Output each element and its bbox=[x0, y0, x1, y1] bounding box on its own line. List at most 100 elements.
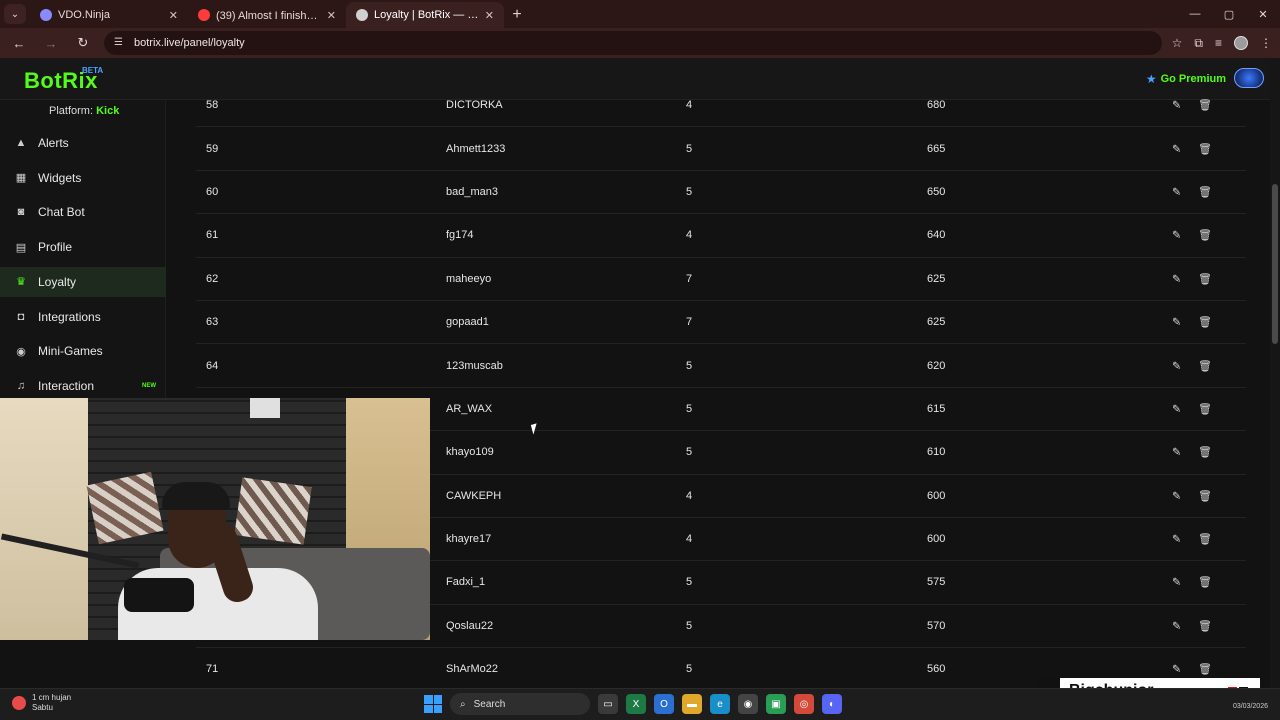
weather-icon bbox=[12, 696, 26, 710]
task-view-icon[interactable]: ▭ bbox=[598, 694, 618, 714]
start-button[interactable] bbox=[424, 695, 442, 713]
edit-pencil-icon[interactable]: ✎ bbox=[1172, 533, 1181, 546]
level-cell: 4 bbox=[686, 99, 693, 112]
sidebar-item-interaction[interactable]: ♫ Interaction NEW bbox=[0, 371, 166, 401]
points-cell: 665 bbox=[927, 142, 946, 155]
delete-trash-icon[interactable]: 🗑 bbox=[1198, 533, 1212, 546]
close-tab-icon[interactable]: ✕ bbox=[327, 9, 336, 22]
rank-cell: 61 bbox=[206, 229, 219, 242]
robot-icon: ◙ bbox=[17, 206, 25, 219]
username-cell: fg174 bbox=[446, 229, 474, 242]
delete-trash-icon[interactable]: 🗑 bbox=[1198, 316, 1212, 329]
edit-pencil-icon[interactable]: ✎ bbox=[1172, 359, 1181, 372]
tab-title: VDO.Ninja bbox=[58, 9, 110, 21]
media-control-icon[interactable]: ≡ bbox=[1215, 36, 1222, 50]
page-scrollbar[interactable] bbox=[1270, 58, 1280, 688]
beta-badge: BETA bbox=[82, 66, 104, 75]
edit-pencil-icon[interactable]: ✎ bbox=[1172, 142, 1181, 155]
delete-trash-icon[interactable]: 🗑 bbox=[1198, 229, 1212, 242]
delete-trash-icon[interactable]: 🗑 bbox=[1198, 446, 1212, 459]
file-explorer-icon[interactable]: ▬ bbox=[682, 694, 702, 714]
browser-menu-icon[interactable]: ⋮ bbox=[1260, 36, 1272, 50]
edit-pencil-icon[interactable]: ✎ bbox=[1172, 272, 1181, 285]
sidebar-item-alerts[interactable]: ▲ Alerts bbox=[0, 128, 166, 158]
close-window-button[interactable]: ✕ bbox=[1246, 0, 1280, 28]
level-cell: 5 bbox=[686, 619, 693, 632]
chrome-icon[interactable]: ◎ bbox=[794, 694, 814, 714]
rank-cell: 62 bbox=[206, 272, 219, 285]
edit-pencil-icon[interactable]: ✎ bbox=[1172, 185, 1181, 198]
points-cell: 560 bbox=[927, 663, 946, 676]
extensions-icon[interactable]: ⧉ bbox=[1194, 36, 1203, 51]
delete-trash-icon[interactable]: 🗑 bbox=[1198, 663, 1212, 676]
warning-icon: ▲ bbox=[15, 137, 27, 149]
tab-favicon-icon bbox=[40, 9, 52, 21]
delete-trash-icon[interactable]: 🗑 bbox=[1198, 185, 1212, 198]
office-icon[interactable]: O bbox=[654, 694, 674, 714]
edit-pencil-icon[interactable]: ✎ bbox=[1172, 489, 1181, 502]
points-cell: 625 bbox=[927, 272, 946, 285]
url-bar[interactable]: ☰ botrix.live/panel/loyalty bbox=[104, 31, 1162, 55]
webcam-window-light bbox=[250, 398, 280, 418]
minimize-button[interactable]: — bbox=[1178, 0, 1212, 28]
sidebar-item-widgets[interactable]: ▦ Widgets bbox=[0, 163, 166, 193]
profile-avatar[interactable] bbox=[1234, 36, 1248, 50]
delete-trash-icon[interactable]: 🗑 bbox=[1198, 402, 1212, 415]
table-row: 62 maheeyo 7 625 ✎ 🗑 bbox=[196, 258, 1246, 301]
close-tab-icon[interactable]: ✕ bbox=[485, 9, 494, 22]
browser-tab[interactable]: VDO.Ninja ✕ bbox=[30, 2, 188, 28]
delete-trash-icon[interactable]: 🗑 bbox=[1198, 576, 1212, 589]
edit-pencil-icon[interactable]: ✎ bbox=[1172, 316, 1181, 329]
username-cell: CAWKEPH bbox=[446, 489, 502, 502]
sidebar-item-profile[interactable]: ▤ Profile bbox=[0, 232, 166, 262]
bookmark-star-icon[interactable]: ☆ bbox=[1172, 36, 1183, 50]
browser-tab[interactable]: (39) Almost I finished 💀😭 #A ✕ bbox=[188, 2, 346, 28]
level-cell: 5 bbox=[686, 185, 693, 198]
new-tab-button[interactable]: + bbox=[504, 2, 530, 28]
delete-trash-icon[interactable]: 🗑 bbox=[1198, 619, 1212, 632]
tab-search-dropdown[interactable]: ⌄ bbox=[4, 4, 26, 24]
sidebar-item-label: Widgets bbox=[38, 170, 82, 185]
edit-pencil-icon[interactable]: ✎ bbox=[1172, 619, 1181, 632]
maximize-button[interactable]: ▢ bbox=[1212, 0, 1246, 28]
edit-pencil-icon[interactable]: ✎ bbox=[1172, 446, 1181, 459]
browser-tab[interactable]: Loyalty | BotRix — Cloud Strea ✕ bbox=[346, 2, 504, 28]
delete-trash-icon[interactable]: 🗑 bbox=[1198, 142, 1212, 155]
close-tab-icon[interactable]: ✕ bbox=[169, 9, 178, 22]
edit-pencil-icon[interactable]: ✎ bbox=[1172, 663, 1181, 676]
sidebar-item-label: Interaction bbox=[38, 378, 95, 393]
app-icon[interactable]: ▣ bbox=[766, 694, 786, 714]
edit-pencil-icon[interactable]: ✎ bbox=[1172, 576, 1181, 589]
site-info-icon[interactable]: ☰ bbox=[114, 37, 126, 49]
excel-icon[interactable]: X bbox=[626, 694, 646, 714]
username-cell: Ahmett1233 bbox=[446, 142, 506, 155]
level-cell: 5 bbox=[686, 142, 693, 155]
sidebar-item-integrations[interactable]: ◘ Integrations bbox=[0, 302, 166, 332]
level-cell: 4 bbox=[686, 489, 693, 502]
reload-button[interactable]: ↻ bbox=[72, 32, 94, 54]
back-button[interactable]: ← bbox=[8, 32, 30, 54]
delete-trash-icon[interactable]: 🗑 bbox=[1198, 272, 1212, 285]
delete-trash-icon[interactable]: 🗑 bbox=[1198, 489, 1212, 502]
platform-label: Platform: bbox=[49, 105, 94, 117]
forward-button[interactable]: → bbox=[40, 32, 62, 54]
sidebar-item-chat-bot[interactable]: ◙ Chat Bot bbox=[0, 197, 166, 227]
sidebar-item-loyalty[interactable]: ♛ Loyalty bbox=[0, 266, 166, 297]
delete-trash-icon[interactable]: 🗑 bbox=[1198, 99, 1212, 112]
level-cell: 4 bbox=[686, 229, 693, 242]
edit-pencil-icon[interactable]: ✎ bbox=[1172, 402, 1181, 415]
points-cell: 570 bbox=[927, 619, 946, 632]
obs-icon[interactable]: ◉ bbox=[738, 694, 758, 714]
taskbar-search[interactable]: ⌕ Search bbox=[450, 693, 590, 715]
edit-pencil-icon[interactable]: ✎ bbox=[1172, 229, 1181, 242]
webcam-wall-left bbox=[0, 398, 90, 640]
delete-trash-icon[interactable]: 🗑 bbox=[1198, 359, 1212, 372]
sidebar-item-mini-games[interactable]: ◉ Mini-Games bbox=[0, 336, 166, 366]
weather-widget[interactable]: 1 cm hujan Sabtu bbox=[12, 693, 71, 713]
platform-value: Kick bbox=[96, 105, 120, 117]
discord-icon[interactable]: ◐ bbox=[822, 694, 842, 714]
edge-icon[interactable]: e bbox=[710, 694, 730, 714]
scrollbar-thumb[interactable] bbox=[1272, 184, 1278, 344]
points-cell: 680 bbox=[927, 99, 946, 112]
edit-pencil-icon[interactable]: ✎ bbox=[1172, 99, 1181, 112]
